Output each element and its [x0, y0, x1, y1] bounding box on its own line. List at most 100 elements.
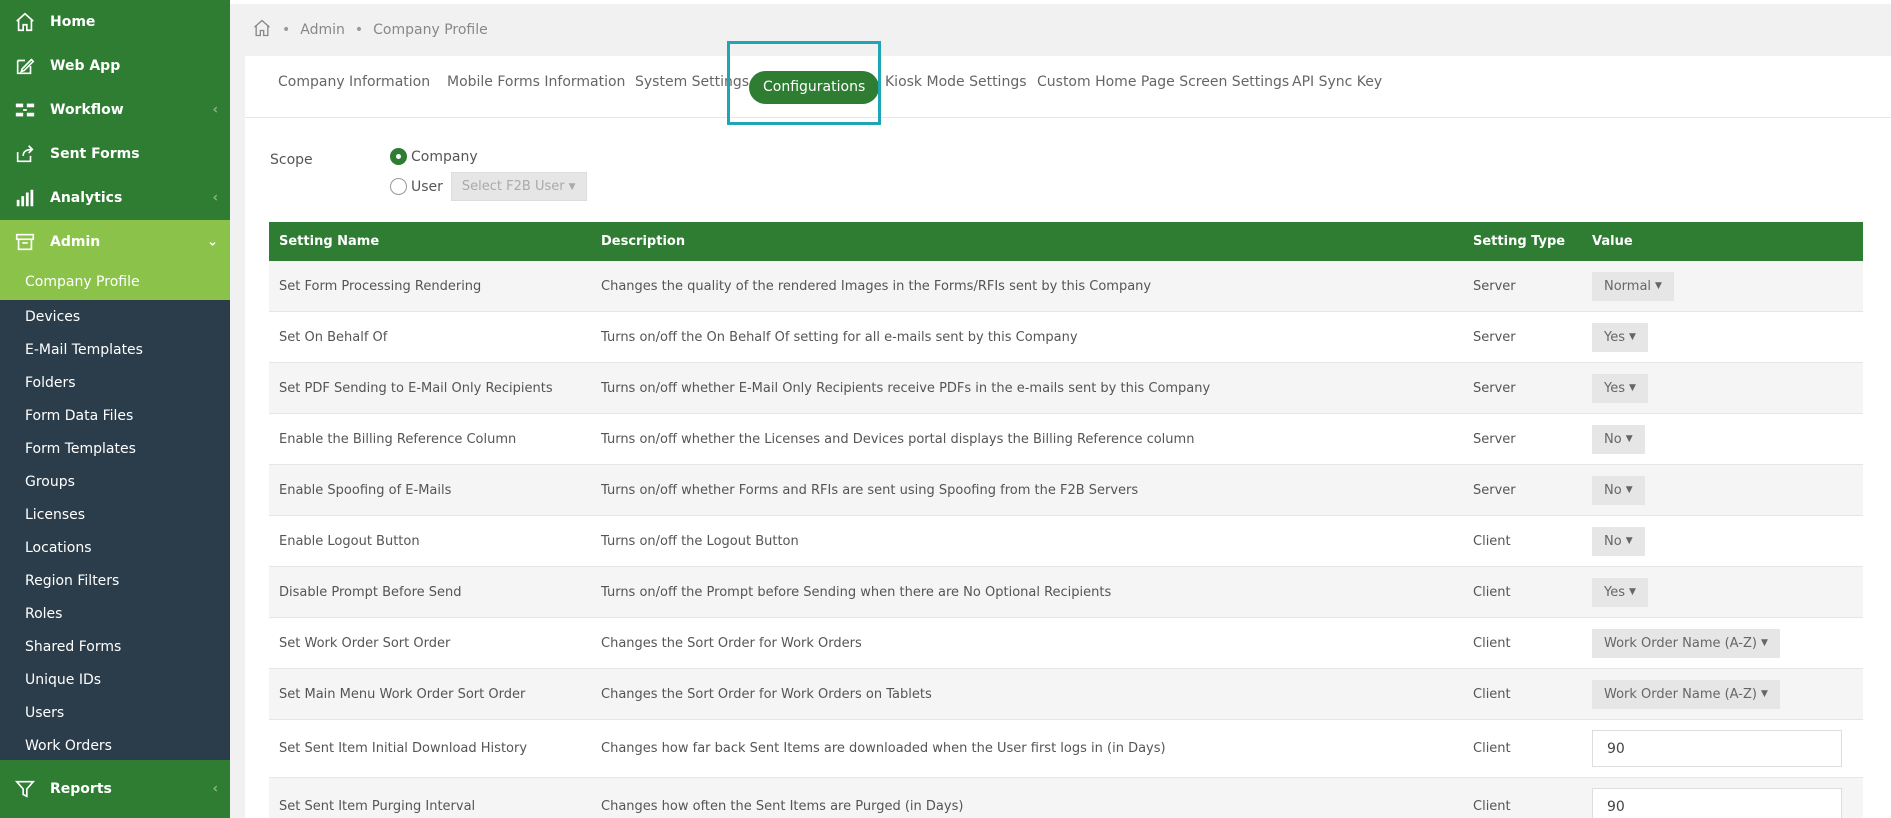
value-dropdown[interactable]: Yes ▼	[1592, 577, 1648, 607]
breadcrumb-admin[interactable]: Admin	[300, 22, 345, 38]
scope-label: Scope	[270, 152, 313, 168]
header-setting-name[interactable]: Setting Name	[269, 234, 601, 249]
sidebar-item-sent-forms[interactable]: Sent Forms	[0, 132, 230, 176]
tab-api-sync-key[interactable]: API Sync Key	[1292, 74, 1382, 90]
caret-down-icon: ▼	[568, 181, 576, 192]
chevron-left-icon: ‹	[212, 190, 218, 206]
tab-kiosk-mode-settings[interactable]: Kiosk Mode Settings	[885, 74, 1027, 90]
table-row: Enable the Billing Reference Column Turn…	[269, 414, 1863, 465]
tab-mobile-forms-information[interactable]: Mobile Forms Information	[447, 74, 625, 90]
setting-name: Set Sent Item Initial Download History	[279, 741, 528, 756]
setting-type: Server	[1473, 482, 1516, 498]
header-setting-type[interactable]: Setting Type	[1473, 234, 1592, 249]
value-dropdown[interactable]: Yes ▼	[1592, 373, 1648, 403]
scope-company-option[interactable]: Company	[390, 148, 478, 165]
setting-type: Client	[1473, 533, 1511, 549]
select-user-dropdown[interactable]: Select F2B User ▼	[450, 172, 587, 201]
setting-type: Server	[1473, 380, 1516, 396]
tab-company-information[interactable]: Company Information	[278, 74, 430, 90]
scope-user-option[interactable]: User Select F2B User ▼	[390, 172, 587, 201]
sidebar-sub-devices[interactable]: Devices	[0, 300, 230, 333]
table-row: Enable Spoofing of E-Mails Turns on/off …	[269, 465, 1863, 516]
value-input[interactable]: 90	[1592, 730, 1842, 767]
sidebar-sub-work-orders[interactable]: Work Orders	[0, 729, 230, 762]
breadcrumb-company-profile: Company Profile	[373, 22, 488, 38]
edit-icon	[14, 55, 36, 77]
table-row: Enable Logout Button Turns on/off the Lo…	[269, 516, 1863, 567]
value-input[interactable]: 90	[1592, 788, 1842, 818]
sidebar-item-label: Sent Forms	[50, 146, 140, 162]
sidebar-sub-groups[interactable]: Groups	[0, 465, 230, 498]
setting-name: Set Form Processing Rendering	[279, 278, 482, 294]
caret-down-icon: ▼	[1625, 434, 1633, 444]
sidebar-sub-folders[interactable]: Folders	[0, 366, 230, 399]
table-row: Set Work Order Sort Order Changes the So…	[269, 618, 1863, 669]
value-dropdown[interactable]: No ▼	[1592, 526, 1645, 556]
tab-system-settings[interactable]: System Settings	[635, 74, 749, 90]
sidebar-sub-roles[interactable]: Roles	[0, 597, 230, 630]
value-dropdown-label: Yes	[1604, 584, 1625, 600]
value-dropdown-label: No	[1604, 482, 1622, 498]
caret-down-icon: ▼	[1760, 638, 1768, 648]
home-icon[interactable]	[252, 18, 272, 42]
value-dropdown[interactable]: Normal ▼	[1592, 271, 1674, 301]
sidebar-sub-email-templates[interactable]: E-Mail Templates	[0, 333, 230, 366]
caret-down-icon: ▼	[1629, 332, 1636, 342]
company-radio[interactable]	[390, 148, 407, 165]
sidebar-sub-licenses[interactable]: Licenses	[0, 498, 230, 531]
sidebar-item-web-app[interactable]: Web App	[0, 44, 230, 88]
value-dropdown-label: Normal	[1604, 278, 1652, 294]
setting-description: Changes how far back Sent Items are down…	[601, 741, 1166, 756]
value-dropdown[interactable]: No ▼	[1592, 424, 1645, 454]
sidebar-sub-unique-ids[interactable]: Unique IDs	[0, 663, 230, 696]
sidebar-sub-locations[interactable]: Locations	[0, 531, 230, 564]
header-value[interactable]: Value	[1592, 234, 1863, 249]
caret-down-icon: ▼	[1760, 689, 1768, 699]
sidebar-item-workflow[interactable]: Workflow ‹	[0, 88, 230, 132]
sidebar-sub-form-templates[interactable]: Form Templates	[0, 432, 230, 465]
workflow-icon	[14, 99, 36, 121]
value-dropdown-label: Yes	[1604, 380, 1625, 396]
sidebar-sub-region-filters[interactable]: Region Filters	[0, 564, 230, 597]
chevron-left-icon: ‹	[212, 102, 218, 118]
value-dropdown-label: Work Order Name (A-Z)	[1604, 686, 1757, 702]
value-dropdown[interactable]: No ▼	[1592, 475, 1645, 505]
setting-description: Turns on/off the Prompt before Sending w…	[601, 584, 1112, 600]
sidebar-item-admin[interactable]: Admin ⌄	[0, 220, 230, 264]
chevron-left-icon: ‹	[212, 781, 218, 797]
setting-type: Client	[1473, 741, 1511, 756]
value-dropdown[interactable]: Work Order Name (A-Z) ▼	[1592, 628, 1780, 658]
value-dropdown-label: No	[1604, 533, 1622, 549]
setting-name: Disable Prompt Before Send	[279, 584, 462, 600]
setting-name: Set On Behalf Of	[279, 329, 388, 345]
header-description[interactable]: Description	[601, 234, 1473, 249]
sidebar-item-reports[interactable]: Reports ‹	[0, 760, 230, 818]
sidebar-sub-form-data-files[interactable]: Form Data Files	[0, 399, 230, 432]
sidebar-item-label: Workflow	[50, 102, 124, 118]
setting-type: Server	[1473, 431, 1516, 447]
archive-icon	[14, 231, 36, 253]
table-row: Disable Prompt Before Send Turns on/off …	[269, 567, 1863, 618]
sidebar-item-label: Reports	[50, 781, 112, 797]
caret-down-icon: ▼	[1629, 587, 1636, 597]
user-radio[interactable]	[390, 178, 407, 195]
tab-custom-home-page-screen-settings[interactable]: Custom Home Page Screen Settings	[1037, 74, 1289, 90]
caret-down-icon: ▼	[1625, 536, 1633, 546]
sidebar-sub-shared-forms[interactable]: Shared Forms	[0, 630, 230, 663]
filter-icon	[14, 778, 36, 800]
setting-type: Client	[1473, 584, 1511, 600]
user-radio-label: User	[411, 178, 443, 195]
company-profile-panel: Company Information Mobile Forms Informa…	[245, 41, 1891, 818]
value-dropdown-label: Work Order Name (A-Z)	[1604, 635, 1757, 651]
share-icon	[14, 143, 36, 165]
tab-configurations[interactable]: Configurations	[749, 71, 880, 104]
setting-name: Set Main Menu Work Order Sort Order	[279, 686, 526, 702]
sidebar-sub-company-profile[interactable]: Company Profile	[0, 264, 230, 300]
sidebar-item-label: Web App	[50, 58, 121, 74]
value-dropdown[interactable]: Work Order Name (A-Z) ▼	[1592, 679, 1780, 709]
value-dropdown[interactable]: Yes ▼	[1592, 322, 1648, 352]
sidebar-sub-users[interactable]: Users	[0, 696, 230, 729]
sidebar-item-analytics[interactable]: Analytics ‹	[0, 176, 230, 220]
setting-name: Set Work Order Sort Order	[279, 635, 451, 651]
sidebar-item-home[interactable]: Home	[0, 0, 230, 44]
